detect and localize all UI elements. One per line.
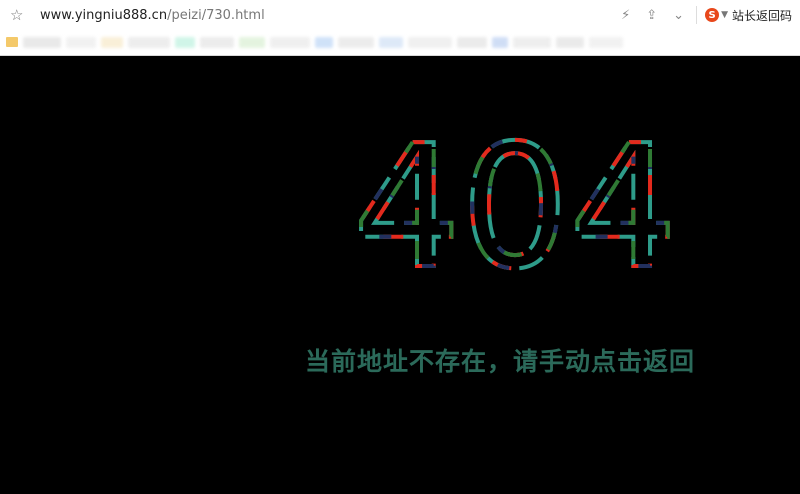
bookmark-item[interactable] [379, 36, 403, 48]
bookmark-item[interactable] [66, 36, 96, 48]
bookmark-item[interactable] [408, 36, 452, 48]
dropdown-caret-icon[interactable]: ▼ [721, 10, 728, 20]
error-code-layer-green: 404 [355, 126, 675, 276]
bookmark-item[interactable] [200, 36, 234, 48]
star-icon[interactable]: ☆ [10, 0, 24, 30]
share-icon[interactable]: ⇪ [646, 8, 657, 23]
bookmark-item[interactable] [492, 36, 508, 48]
bookmark-item[interactable] [315, 36, 333, 48]
toolbar-divider [696, 6, 698, 24]
bookmark-item[interactable] [589, 36, 623, 48]
bookmark-item[interactable] [23, 36, 61, 48]
lightning-icon[interactable]: ⚡ [621, 8, 630, 23]
bookmark-item[interactable] [556, 36, 584, 48]
webmaster-return-code-button[interactable]: 站长返回码 [732, 7, 792, 24]
bookmarks-bar [0, 30, 800, 54]
bookmark-item[interactable] [513, 36, 551, 48]
toolbar-right: ⚡ ⇪ ⌄ S ▼ 站长返回码 [613, 0, 800, 30]
error-page: 404 404 404 404 当前地址不存在，请手动点击返回 [0, 56, 800, 494]
bookmark-item[interactable] [270, 36, 310, 48]
url-field[interactable]: www.yingniu888.cn/peizi/730.html [40, 8, 265, 23]
bookmark-item[interactable] [457, 36, 487, 48]
error-code-graphic: 404 404 404 404 [355, 126, 675, 276]
error-message[interactable]: 当前地址不存在，请手动点击返回 [305, 342, 735, 378]
search-engine-logo-icon[interactable]: S [705, 8, 720, 22]
chevron-down-icon[interactable]: ⌄ [673, 8, 684, 23]
url-path: /peizi/730.html [167, 7, 265, 23]
browser-chrome: ☆ www.yingniu888.cn/peizi/730.html ⚡ ⇪ ⌄… [0, 0, 800, 56]
bookmark-item[interactable] [239, 36, 265, 48]
bookmark-folder-icon[interactable] [6, 37, 18, 47]
bookmark-item[interactable] [175, 36, 195, 48]
bookmark-item[interactable] [338, 36, 374, 48]
address-bar: ☆ www.yingniu888.cn/peizi/730.html ⚡ ⇪ ⌄… [0, 0, 800, 30]
url-host: www.yingniu888.cn [40, 7, 168, 23]
bookmark-item[interactable] [101, 36, 123, 48]
bookmark-item[interactable] [128, 36, 170, 48]
